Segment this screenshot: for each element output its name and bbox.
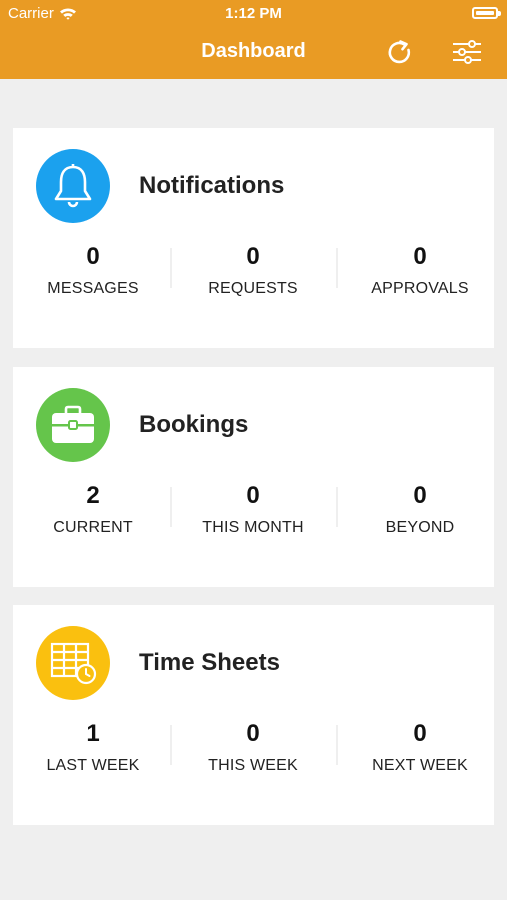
stat-value: 0 (246, 720, 260, 747)
stat-value: 0 (246, 243, 260, 270)
stat-label: LAST WEEK (46, 757, 140, 774)
divider (170, 487, 172, 527)
status-bar: Carrier 1:12 PM (0, 0, 507, 28)
requests-stat[interactable]: 0 REQUESTS (173, 242, 333, 298)
stat-label: MESSAGES (47, 280, 139, 297)
stat-label: THIS MONTH (202, 519, 304, 536)
bookings-card[interactable]: Bookings 2 CURRENT 0 THIS MONTH 0 BEYOND (13, 367, 494, 587)
battery-icon (472, 7, 501, 19)
stats-row: 2 CURRENT 0 THIS MONTH 0 BEYOND (13, 481, 494, 551)
messages-stat[interactable]: 0 MESSAGES (13, 242, 173, 298)
approvals-stat[interactable]: 0 APPROVALS (340, 242, 500, 298)
card-title: Notifications (139, 172, 285, 199)
divider (336, 725, 338, 765)
briefcase-icon (36, 388, 110, 462)
this-week-stat[interactable]: 0 THIS WEEK (173, 719, 333, 775)
stat-label: REQUESTS (208, 280, 298, 297)
divider (336, 487, 338, 527)
stat-label: CURRENT (53, 519, 133, 536)
card-title: Bookings (139, 411, 249, 438)
bell-icon (36, 149, 110, 223)
stat-value: 0 (413, 720, 427, 747)
timesheet-icon (36, 626, 110, 700)
current-stat[interactable]: 2 CURRENT (13, 481, 173, 537)
stat-label: BEYOND (385, 519, 455, 536)
divider (336, 248, 338, 288)
page-title: Dashboard (201, 40, 306, 62)
stat-label: THIS WEEK (208, 757, 298, 774)
stat-value: 0 (413, 243, 427, 270)
stat-value: 0 (246, 482, 260, 509)
divider (170, 248, 172, 288)
stat-value: 0 (86, 243, 100, 270)
stat-label: NEXT WEEK (372, 757, 468, 774)
stat-value: 2 (86, 482, 100, 509)
stat-value: 0 (413, 482, 427, 509)
nav-bar: Carrier 1:12 PM Dashboard (0, 0, 507, 79)
refresh-button[interactable] (383, 35, 417, 69)
sliders-icon (453, 40, 481, 64)
beyond-stat[interactable]: 0 BEYOND (340, 481, 500, 537)
stat-label: APPROVALS (371, 280, 469, 297)
last-week-stat[interactable]: 1 LAST WEEK (13, 719, 173, 775)
stats-row: 1 LAST WEEK 0 THIS WEEK 0 NEXT WEEK (13, 719, 494, 789)
divider (170, 725, 172, 765)
stat-value: 1 (86, 720, 100, 747)
notifications-card[interactable]: Notifications 0 MESSAGES 0 REQUESTS 0 AP… (13, 128, 494, 348)
next-week-stat[interactable]: 0 NEXT WEEK (340, 719, 500, 775)
filter-button[interactable] (450, 35, 484, 69)
this-month-stat[interactable]: 0 THIS MONTH (173, 481, 333, 537)
timesheets-card[interactable]: Time Sheets 1 LAST WEEK 0 THIS WEEK 0 NE… (13, 605, 494, 825)
refresh-icon (388, 40, 411, 64)
stats-row: 0 MESSAGES 0 REQUESTS 0 APPROVALS (13, 242, 494, 312)
status-time: 1:12 PM (225, 5, 282, 22)
card-title: Time Sheets (139, 649, 280, 676)
